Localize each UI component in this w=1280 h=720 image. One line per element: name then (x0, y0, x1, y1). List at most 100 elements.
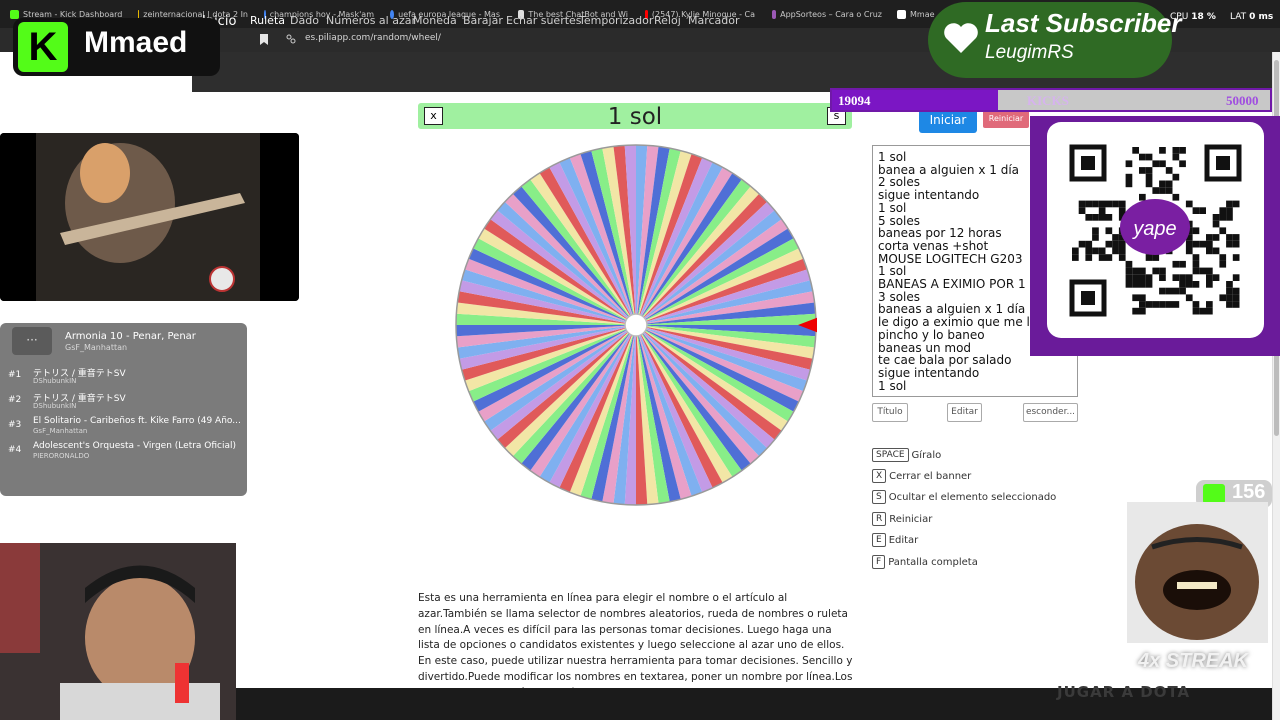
qr-module (1092, 214, 1099, 221)
qr-module (1219, 254, 1227, 261)
qr-module (1212, 234, 1220, 241)
qr-module (1125, 274, 1133, 281)
qr-module (1206, 307, 1213, 315)
edit-button[interactable]: Editar (947, 403, 982, 422)
shortcut-f: F Pantalla completa (872, 555, 978, 569)
site-settings-icon[interactable] (286, 34, 296, 44)
close-banner-button[interactable]: x (424, 107, 443, 125)
qr-module (1105, 200, 1113, 208)
qr-module (1078, 207, 1086, 214)
url-text[interactable]: es.piliapp.com/random/wheel/ (305, 33, 441, 43)
qr-module (1185, 274, 1193, 281)
qr-module (1232, 301, 1240, 308)
spin-wheel[interactable] (455, 144, 817, 506)
qr-module (1226, 287, 1233, 295)
qr-module (1219, 260, 1227, 268)
nav-barajar[interactable]: Barajar (463, 14, 503, 27)
qr-module (1192, 260, 1200, 268)
qr-module (1159, 147, 1166, 154)
qr-module (1145, 167, 1153, 174)
qr-module (1105, 240, 1113, 248)
nav-ruleta[interactable]: Ruleta (250, 14, 285, 27)
qr-module (1098, 254, 1106, 261)
qr-module (1232, 200, 1240, 208)
qr-module (1199, 267, 1206, 275)
qr-module (1092, 247, 1099, 255)
qr-module (1159, 274, 1166, 281)
qr-module (1152, 301, 1160, 308)
qr-module (1219, 207, 1227, 214)
qr-module (1139, 301, 1146, 308)
qr-module (1152, 267, 1160, 275)
nav-moneda[interactable]: Moneda (413, 14, 457, 27)
nav-numeros[interactable]: Números al azar (326, 14, 416, 27)
qr-module (1179, 281, 1186, 288)
qr-module (1172, 287, 1180, 295)
qr-module (1226, 281, 1233, 288)
qr-module (1192, 227, 1200, 235)
qr-module (1145, 173, 1153, 181)
qr-module (1212, 214, 1220, 221)
qr-module (1172, 274, 1180, 281)
qr-module (1192, 254, 1200, 261)
qr-module (1232, 240, 1240, 248)
qr-module (1139, 153, 1146, 161)
qr-module (1159, 301, 1166, 308)
qr-module (1192, 281, 1200, 288)
qr-module (1172, 153, 1180, 161)
qr-module (1085, 247, 1093, 255)
qr-module (1125, 173, 1133, 181)
tab-appsorteos[interactable]: AppSorteos – Cara o Cruz (772, 7, 882, 21)
qr-module (1105, 254, 1113, 261)
nav-reloj[interactable]: Reloj (654, 14, 681, 27)
qr-module (1139, 274, 1146, 281)
nav-echar-suertes[interactable]: Echar suertes (506, 14, 582, 27)
qr-module (1185, 200, 1193, 208)
qr-module (1152, 160, 1160, 168)
qr-module (1092, 227, 1099, 235)
shortcut-e: E Editar (872, 533, 918, 547)
qr-module (1112, 240, 1119, 248)
qr-module (1165, 187, 1173, 194)
shortcut-s: S Ocultar el elemento seleccionado (872, 490, 1056, 504)
qr-module (1165, 301, 1173, 308)
qr-module (1072, 247, 1079, 255)
tab-tiktok[interactable]: Mmae (897, 7, 937, 21)
qr-module (1172, 193, 1180, 201)
qr-module (1232, 294, 1240, 302)
qr-module (1226, 234, 1233, 241)
qr-module (1179, 274, 1186, 281)
qr-module (1192, 301, 1200, 308)
nav-marcador[interactable]: Marcador (688, 14, 740, 27)
kick-icon (1203, 484, 1225, 504)
qr-module (1139, 281, 1146, 288)
qr-module (1219, 227, 1227, 235)
qr-module (1165, 167, 1173, 174)
bookmark-icon[interactable] (258, 33, 270, 46)
webcam-overlay (0, 543, 236, 720)
qr-module (1125, 260, 1133, 268)
video-overlay (0, 133, 299, 301)
qr-module (1085, 254, 1093, 261)
qr-module (1145, 301, 1153, 308)
hide-button[interactable]: esconder... (1023, 403, 1078, 422)
qr-module (1085, 214, 1093, 221)
nav-dado[interactable]: Dado (290, 14, 319, 27)
qr-module (1105, 227, 1113, 235)
reset-button[interactable]: Reiniciar (983, 110, 1029, 128)
qr-module (1159, 267, 1166, 275)
qr-module (1159, 180, 1166, 188)
qr-module (1232, 234, 1240, 241)
nav-temporizador[interactable]: Temporizador (579, 14, 653, 27)
qr-module (1199, 240, 1206, 248)
qr-module (1172, 147, 1180, 154)
shortcut-x: X Cerrar el banner (872, 469, 971, 483)
qr-module (1192, 207, 1200, 214)
qr-module (1159, 187, 1166, 194)
qr-module (1145, 274, 1153, 281)
qr-module (1105, 214, 1113, 221)
qr-module (1232, 274, 1240, 281)
qr-module (1118, 200, 1126, 208)
title-button[interactable]: Título (872, 403, 908, 422)
qr-module (1132, 307, 1139, 315)
